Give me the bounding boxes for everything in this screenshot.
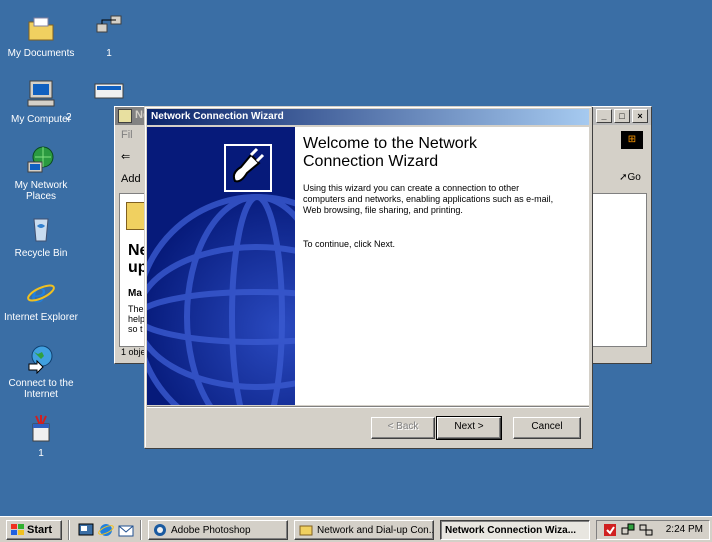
windows-flag-icon	[11, 524, 24, 535]
network-connection-icon	[93, 12, 125, 44]
wizard-title: Network Connection Wizard	[151, 111, 284, 122]
antivirus-icon[interactable]	[603, 523, 617, 537]
network-places-icon	[25, 144, 57, 176]
desktop-icon-label: My Network Places	[14, 180, 68, 202]
desktop-icon-label: 1	[106, 48, 112, 59]
menu-file[interactable]: Fil	[121, 129, 133, 141]
wizard-continue-text: To continue, click Next.	[303, 239, 396, 249]
system-tray: 2:24 PM	[596, 520, 710, 540]
clock[interactable]: 2:24 PM	[666, 524, 703, 535]
close-button[interactable]: ×	[632, 109, 648, 123]
network-status-icon[interactable]	[621, 523, 635, 537]
photoshop-icon	[154, 524, 166, 536]
desktop-icon-label: My Documents	[7, 48, 75, 59]
status-text: 1 obje	[121, 347, 146, 357]
windows-logo-icon: ⊞	[621, 131, 643, 149]
network-cable-icon	[223, 143, 273, 193]
desktop-icon-label: Connect to the Internet	[8, 378, 74, 400]
network-connection-wizard: Network Connection Wizard Welcome to the…	[144, 106, 592, 448]
desktop-icon-recycle-bin[interactable]: Recycle Bin	[4, 212, 78, 259]
svg-text:e: e	[31, 279, 46, 308]
desktop-icon-label: 2	[66, 112, 72, 123]
next-button[interactable]: Next >	[436, 416, 502, 440]
task-network-dialup[interactable]: Network and Dial-up Con...	[294, 520, 434, 540]
separator	[140, 520, 142, 540]
back-button[interactable]: < Back	[371, 417, 435, 439]
back-arrow-icon[interactable]: ⇐	[121, 151, 130, 163]
desktop-icon-my-network-places[interactable]: My Network Places	[4, 144, 78, 202]
network-connection-icon[interactable]	[639, 523, 653, 537]
desktop-icon-1-setup[interactable]: 1	[4, 412, 78, 459]
computer-icon	[25, 78, 57, 110]
wizard-titlebar[interactable]: Network Connection Wizard	[147, 109, 589, 125]
go-button[interactable]: ➚Go	[615, 171, 645, 187]
task-network-connection-wizard[interactable]: Network Connection Wiza...	[440, 520, 590, 540]
internet-explorer-icon: e	[25, 276, 57, 309]
desktop-icon-my-documents[interactable]: My Documents	[4, 12, 78, 59]
start-button[interactable]: Start	[6, 520, 62, 540]
wizard-heading: Welcome to the Network Connection Wizard	[303, 135, 477, 170]
desktop-shortcut-1[interactable]: 1	[72, 12, 146, 59]
go-arrow-icon: ➚	[619, 172, 628, 183]
task-adobe-photoshop[interactable]: Adobe Photoshop	[148, 520, 288, 540]
connect-internet-icon	[25, 342, 57, 375]
desktop-icon-label: 1	[38, 448, 44, 459]
desktop-icon-label: Recycle Bin	[14, 248, 68, 259]
divider	[147, 406, 589, 408]
separator	[68, 520, 70, 540]
show-desktop-icon[interactable]	[78, 522, 94, 538]
recycle-bin-icon	[25, 212, 57, 244]
start-label: Start	[27, 524, 53, 536]
desktop-icon-internet-explorer[interactable]: e Internet Explorer	[4, 276, 78, 323]
desktop-icon-label: Internet Explorer	[4, 312, 78, 323]
internet-explorer-icon[interactable]	[98, 522, 114, 538]
wizard-panel: Welcome to the Network Connection Wizard…	[147, 127, 589, 405]
section-heading: Ma	[128, 288, 142, 299]
folder-icon	[299, 525, 313, 536]
minimize-button[interactable]: _	[596, 109, 612, 123]
wizard-sidebar	[147, 127, 295, 405]
desktop-icon-connect-to-internet[interactable]: Connect to the Internet	[4, 342, 78, 400]
outlook-express-icon[interactable]	[118, 522, 134, 538]
address-label: Add	[121, 173, 141, 185]
setup-box-icon	[25, 412, 57, 444]
cancel-button[interactable]: Cancel	[513, 417, 581, 439]
maximize-button[interactable]: □	[614, 109, 630, 123]
folder-icon	[25, 12, 57, 44]
taskbar: Start Adobe Photoshop Network and Dial-u…	[0, 516, 712, 542]
wizard-intro-text: Using this wizard you can create a conne…	[303, 183, 554, 215]
folder-icon	[118, 109, 132, 123]
